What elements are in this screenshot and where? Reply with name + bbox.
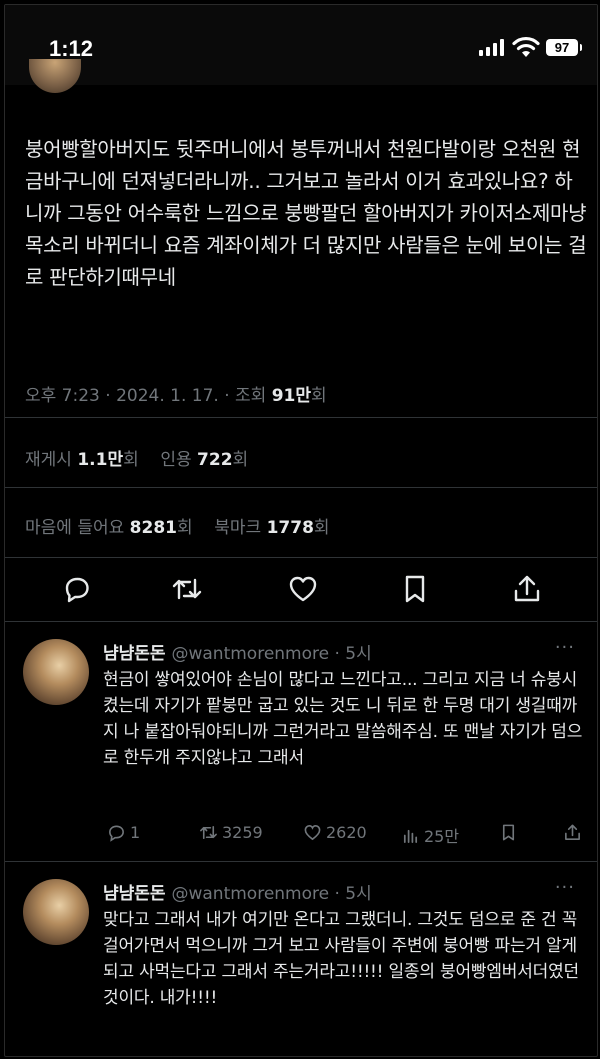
quotes-suffix: 회 [232,450,249,470]
reposts-suffix: 회 [123,450,139,470]
tweet-meta: 오후 7:23 · 2024. 1. 17. · 조회 91만회 [25,381,327,406]
tweet-timestamp: 오후 7:23 · 2024. 1. 17. · 조회 [25,386,272,406]
reply-count: 1 [130,823,141,842]
quotes-stat[interactable]: 인용 722회 [160,450,248,470]
bookmark-icon [405,575,425,603]
reply-author-handle: @wantmorenmore · 5시 [171,884,372,904]
reply-action-bar: 1 3259 2620 25만 [103,823,583,847]
reply-bookmark-button[interactable] [499,823,518,842]
share-icon [514,575,540,602]
repost-icon [172,578,202,600]
author-avatar[interactable] [29,59,81,93]
tweet-views[interactable]: 91만 [272,386,311,406]
tweet-text: 붕어빵할아버지도 뒷주머니에서 봉투꺼내서 천원다발이랑 오천원 현금바구니에 … [25,137,587,289]
wifi-icon [512,36,540,57]
bookmarks-label: 북마크 [214,518,267,538]
reply-like-button[interactable]: 2620 [303,823,367,842]
heart-icon [289,576,317,602]
bookmark-button[interactable] [399,573,431,605]
reposts-stat[interactable]: 재게시 1.1만회 [25,450,139,470]
avatar[interactable] [23,879,89,945]
reply-author-name: 냠냠돈돈 [103,884,166,904]
quotes-label: 인용 [160,450,198,470]
likes-suffix: 회 [176,518,193,538]
divider [5,861,597,862]
reply-icon [109,825,124,842]
app-frame: 1:12 97 붕어빵할아버지도 뒷주머니에서 봉투꺼내서 천원다발이랑 오천원… [4,4,598,1057]
more-options-icon[interactable]: ··· [555,877,575,898]
bookmarks-suffix: 회 [313,518,330,538]
share-icon [565,824,580,840]
reply-author-handle: @wantmorenmore · 5시 [171,644,372,664]
repost-quote-stats: 재게시 1.1만회 인용 722회 [25,445,248,470]
repost-button[interactable] [171,573,203,605]
likes-stat[interactable]: 마음에 들어요 8281회 [25,518,193,538]
reply-author[interactable]: 냠냠돈돈 @wantmorenmore · 5시 [103,879,372,904]
reply-repost-button[interactable]: 3259 [199,823,263,842]
quotes-count: 722 [197,450,233,470]
bookmark-icon [502,824,515,841]
like-count: 2620 [326,823,367,842]
share-button[interactable] [511,573,543,605]
cellular-signal-icon [479,39,504,56]
reply-reply-button[interactable]: 1 [107,823,140,842]
divider [5,557,597,558]
reply-author[interactable]: 냠냠돈돈 @wantmorenmore · 5시 [103,639,372,664]
repost-count: 3259 [222,823,263,842]
repost-icon [200,825,217,840]
like-button[interactable] [287,573,319,605]
reply-author-name: 냠냠돈돈 [103,644,166,664]
reposts-label: 재게시 [25,450,78,470]
reply-icon [65,577,89,603]
reply-share-button[interactable] [563,823,582,842]
divider [5,417,597,418]
heart-icon [304,825,321,841]
view-count: 25만 [424,827,460,846]
divider [5,487,597,488]
likes-count: 8281 [129,518,177,538]
bookmarks-stat[interactable]: 북마크 1778회 [214,518,329,538]
divider [5,621,597,622]
status-bar: 1:12 97 [5,5,597,85]
views-chart-icon [403,829,418,843]
battery-indicator: 97 [546,39,582,56]
views-suffix: 회 [311,386,327,406]
more-options-icon[interactable]: ··· [555,637,575,658]
reply-button[interactable] [61,573,93,605]
like-bookmark-stats: 마음에 들어요 8281회 북마크 1778회 [25,513,330,538]
reposts-count: 1.1만 [77,450,124,470]
tweet-action-bar [5,565,597,615]
reply-views-button[interactable]: 25만 [401,823,459,847]
bookmarks-count: 1778 [266,518,314,538]
likes-label: 마음에 들어요 [25,518,130,538]
reply-text: 현금이 쌓여있어야 손님이 많다고 느낀다고... 그리고 지금 너 슈붕시켰는… [103,670,583,768]
avatar[interactable] [23,639,89,705]
reply-text: 맞다고 그래서 내가 여기만 온다고 그랬더니. 그것도 덤으로 준 건 꼭 걸… [103,910,579,1008]
